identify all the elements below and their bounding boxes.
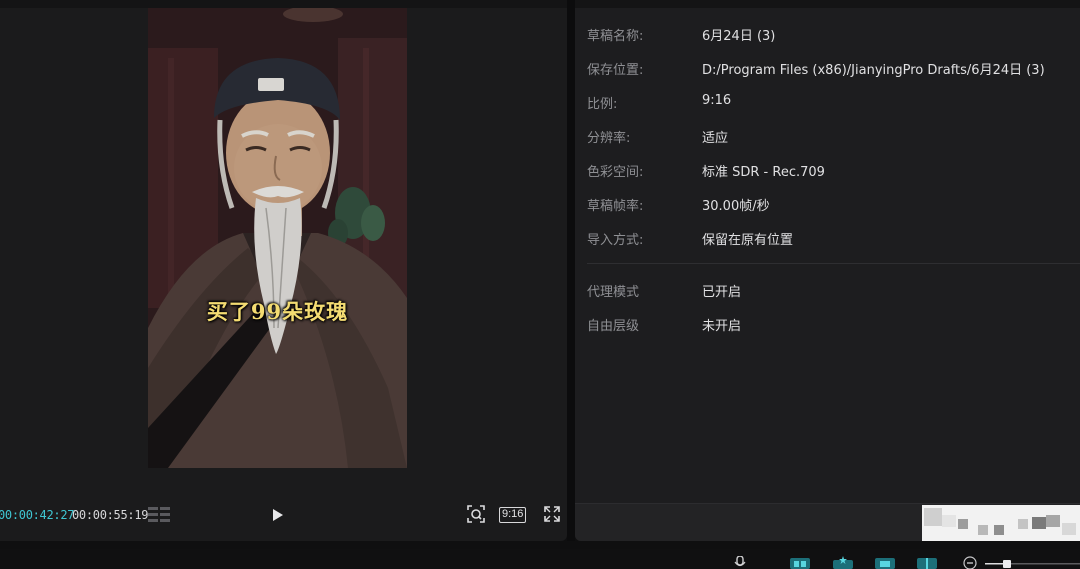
info-row-draft-name: 草稿名称: 6月24日 (3) bbox=[575, 25, 1080, 45]
info-value: 适应 bbox=[702, 131, 729, 146]
info-row-save-location: 保存位置: D:/Program Files (x86)/JianyingPro… bbox=[575, 59, 1080, 79]
info-row-color-space: 色彩空间: 标准 SDR - Rec.709 bbox=[575, 161, 1080, 181]
player-panel: 买了99朵玫瑰 00:00:42:27 00:00:55:19 9:16 bbox=[0, 0, 567, 541]
microphone-icon[interactable] bbox=[733, 555, 747, 569]
fullscreen-icon[interactable] bbox=[543, 505, 561, 528]
info-value: D:/Program Files (x86)/JianyingPro Draft… bbox=[702, 63, 1045, 78]
info-value: 9:16 bbox=[702, 93, 732, 108]
info-row-ratio: 比例: 9:16 bbox=[575, 93, 1080, 113]
info-label: 代理模式 bbox=[587, 285, 640, 300]
editor-window: 买了99朵玫瑰 00:00:42:27 00:00:55:19 9:16 草稿名… bbox=[0, 0, 1080, 569]
info-value: 30.00帧/秒 bbox=[702, 199, 770, 214]
draft-info-panel: 草稿名称: 6月24日 (3) 保存位置: D:/Program Files (… bbox=[575, 0, 1080, 541]
panel-divider[interactable] bbox=[567, 0, 575, 541]
timeline-grid-icon[interactable] bbox=[148, 506, 172, 529]
play-button[interactable] bbox=[268, 506, 286, 529]
zoom-out-icon[interactable] bbox=[963, 556, 979, 569]
player-controls: 00:00:42:27 00:00:55:19 9:16 bbox=[0, 500, 567, 530]
info-value: 标准 SDR - Rec.709 bbox=[702, 165, 825, 180]
aspect-ratio-button[interactable]: 9:16 bbox=[499, 507, 527, 523]
info-value: 已开启 bbox=[702, 285, 742, 300]
video-preview[interactable]: 买了99朵玫瑰 bbox=[148, 8, 407, 468]
info-label: 导入方式: bbox=[587, 233, 644, 248]
info-value: 保留在原有位置 bbox=[702, 233, 794, 248]
info-row-free-layer: 自由层级 未开启 bbox=[575, 315, 1080, 335]
info-label: 分辨率: bbox=[587, 131, 631, 146]
play-icon bbox=[273, 509, 283, 521]
info-label: 自由层级 bbox=[587, 319, 640, 334]
info-header bbox=[575, 0, 1080, 8]
current-timecode: 00:00:42:27 bbox=[0, 508, 75, 522]
info-row-frame-rate: 草稿帧率: 30.00帧/秒 bbox=[575, 195, 1080, 215]
ai-effect-icon[interactable] bbox=[833, 556, 853, 569]
zoom-fit-icon[interactable] bbox=[466, 504, 486, 529]
info-label: 比例: bbox=[587, 97, 618, 112]
zoom-slider[interactable] bbox=[985, 556, 1080, 569]
info-label: 色彩空间: bbox=[587, 165, 644, 180]
info-value: 未开启 bbox=[702, 319, 742, 334]
video-subtitle: 买了99朵玫瑰 bbox=[206, 299, 349, 324]
total-timecode: 00:00:55:19 bbox=[72, 508, 149, 522]
player-header bbox=[0, 0, 567, 8]
info-label: 草稿帧率: bbox=[587, 199, 644, 214]
info-row-resolution: 分辨率: 适应 bbox=[575, 127, 1080, 147]
pixelated-watermark bbox=[922, 505, 1080, 541]
info-label: 草稿名称: bbox=[587, 29, 644, 44]
video-frame-image bbox=[148, 8, 407, 468]
split-icon[interactable] bbox=[790, 556, 810, 569]
preview-axis-icon[interactable] bbox=[917, 556, 937, 569]
info-row-proxy-mode: 代理模式 已开启 bbox=[575, 281, 1080, 301]
link-icon[interactable] bbox=[875, 556, 895, 569]
info-row-import-mode: 导入方式: 保留在原有位置 bbox=[575, 229, 1080, 249]
info-label: 保存位置: bbox=[587, 63, 644, 78]
info-value: 6月24日 (3) bbox=[702, 29, 776, 44]
info-divider bbox=[587, 263, 1080, 264]
